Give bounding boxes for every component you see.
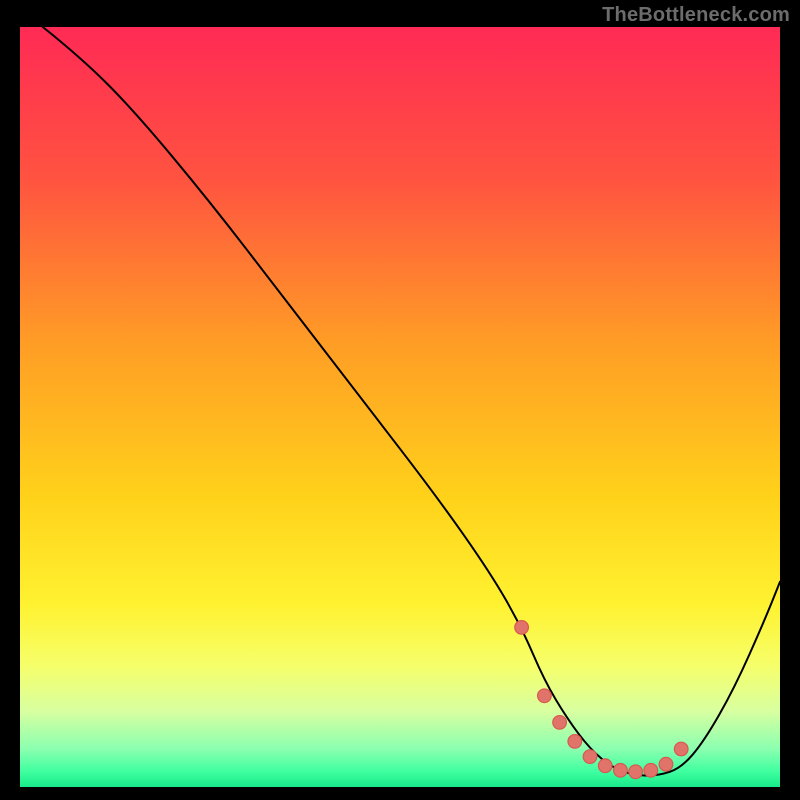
marker-dot <box>644 763 658 777</box>
marker-dot <box>659 757 673 771</box>
plot-area <box>20 27 780 787</box>
marker-dot <box>553 716 567 730</box>
marker-dot <box>598 759 612 773</box>
marker-dot <box>583 750 597 764</box>
curve-layer <box>20 27 780 787</box>
marker-dot <box>614 763 628 777</box>
marker-dot <box>674 742 688 756</box>
marker-dot <box>538 689 552 703</box>
marker-dot <box>629 765 643 779</box>
marker-dot <box>515 621 529 635</box>
bottleneck-curve <box>43 27 780 776</box>
chart-stage: TheBottleneck.com <box>0 0 800 800</box>
optimal-range-markers <box>515 621 688 779</box>
watermark-text: TheBottleneck.com <box>602 4 790 27</box>
marker-dot <box>568 735 582 749</box>
